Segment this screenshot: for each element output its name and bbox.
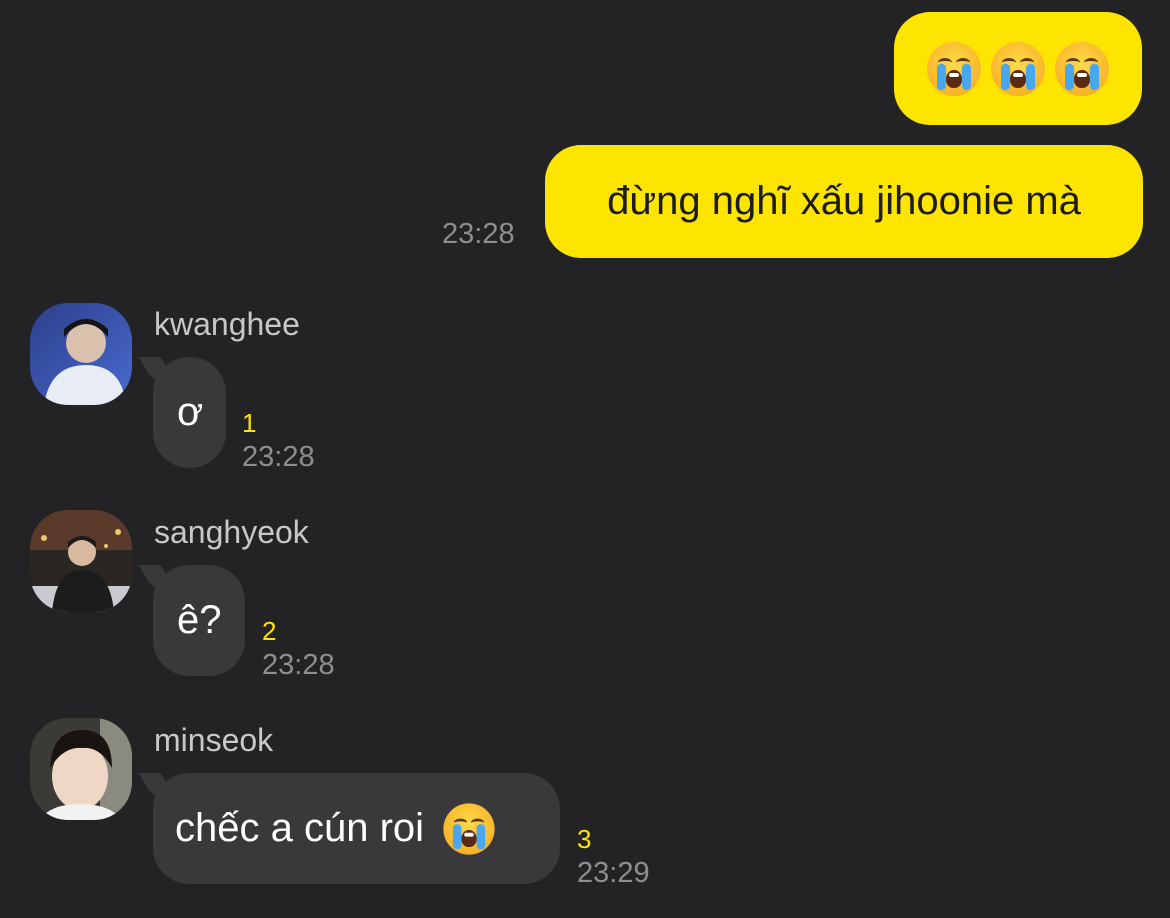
avatar-sanghyeok[interactable]: [30, 510, 132, 612]
message-timestamp: 23:28: [442, 218, 515, 250]
loudly-crying-face-icon: [991, 41, 1045, 96]
outgoing-emoji-bubble[interactable]: [894, 12, 1142, 125]
sender-name: minseok: [154, 722, 274, 758]
unread-count: 2: [262, 616, 277, 646]
message-text: đừng nghĩ xấu jihoonie mà: [607, 179, 1081, 223]
sender-name: kwanghee: [154, 306, 300, 342]
incoming-message-bubble[interactable]: ê?: [153, 565, 245, 676]
loudly-crying-face-icon: [1055, 41, 1109, 96]
loudly-crying-face-icon: [927, 41, 981, 96]
loudly-crying-face-icon: [443, 802, 495, 855]
outgoing-message-bubble[interactable]: đừng nghĩ xấu jihoonie mà: [545, 145, 1143, 258]
message-text: ơ: [177, 390, 204, 434]
avatar-minseok[interactable]: [30, 718, 132, 820]
sender-name: sanghyeok: [154, 514, 309, 550]
incoming-message-bubble[interactable]: ơ: [153, 357, 226, 468]
message-timestamp: 23:28: [242, 441, 315, 473]
avatar-kwanghee[interactable]: [30, 303, 132, 405]
message-timestamp: 23:29: [577, 857, 650, 889]
unread-count: 1: [242, 408, 257, 438]
message-text: chếc a cún roi: [175, 806, 425, 850]
incoming-message-bubble[interactable]: chếc a cún roi: [153, 773, 560, 884]
unread-count: 3: [577, 824, 592, 854]
message-timestamp: 23:28: [262, 649, 335, 681]
message-text: ê?: [177, 598, 222, 642]
